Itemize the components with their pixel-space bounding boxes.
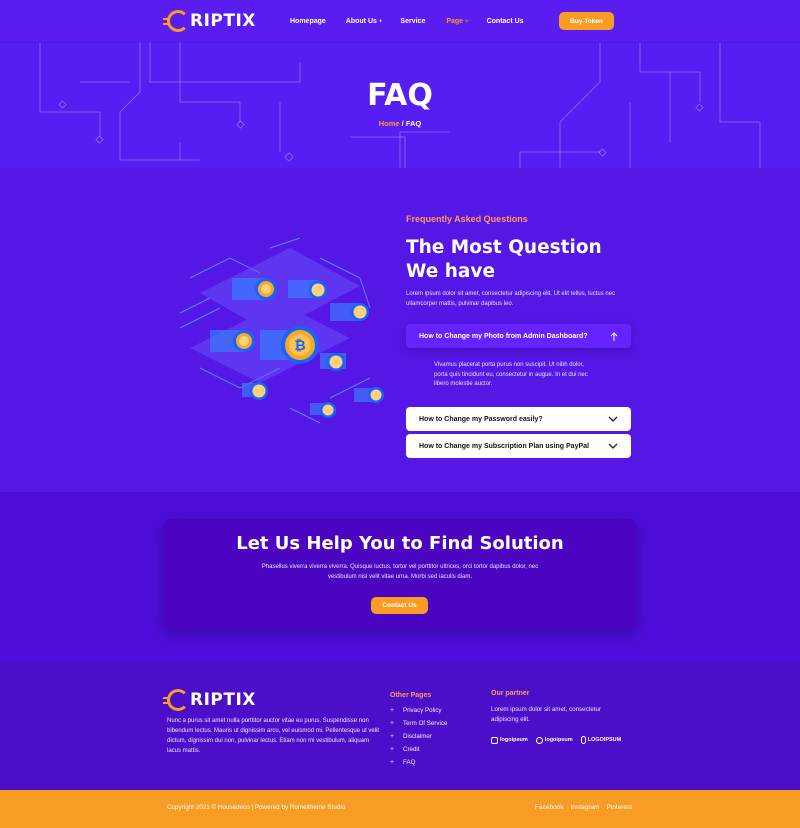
help-title: Let Us Help You to Find Solution xyxy=(236,533,564,554)
faq-title: The Most Question We have xyxy=(406,236,602,284)
faq-question: How to Change my Subscription Plan using… xyxy=(419,442,589,450)
faq-intro: Lorem ipsum dolor sit amet, consectetur … xyxy=(406,291,616,307)
brand-name: RIPTIX xyxy=(190,11,256,31)
faq-section xyxy=(0,168,800,492)
footer-link-faq[interactable]: + FAQ xyxy=(390,756,447,769)
faq-question: How to Change my Photo from Admin Dashbo… xyxy=(419,332,588,340)
social-links: Facebook Instagram Pinterest xyxy=(535,804,632,811)
nav-item-page[interactable]: Page + xyxy=(446,18,468,25)
copyright: Copyright 2021 © Housedeco | Powered by … xyxy=(167,804,346,811)
logoipsum-icon xyxy=(580,736,586,744)
plus-icon: + xyxy=(390,733,395,740)
page-title: FAQ xyxy=(367,78,433,113)
plus-icon: + xyxy=(390,759,395,766)
faq-answer: Vivamus placerat porta purus non suscipi… xyxy=(434,362,588,387)
nav-item-contact-us[interactable]: Contact Us xyxy=(487,18,524,25)
social-link-pinterest[interactable]: Pinterest xyxy=(606,804,632,811)
coin-c-icon xyxy=(163,10,189,32)
plus-icon: + xyxy=(465,18,469,25)
footer-link-credit[interactable]: + Credit xyxy=(390,743,447,756)
nav-item-homepage[interactable]: Homepage xyxy=(290,18,326,25)
faq-item[interactable]: How to Change my Subscription Plan using… xyxy=(406,434,631,458)
arrow-up-icon xyxy=(610,331,618,341)
top-navbar: RIPTIX Homepage About Us + Service Page + … xyxy=(0,0,800,42)
buy-token-button[interactable]: Buy Token xyxy=(559,12,614,30)
coin-c-icon xyxy=(163,689,189,711)
page-hero: FAQ Home / FAQ xyxy=(0,42,800,168)
partner-logo[interactable]: logoipsum xyxy=(535,736,573,744)
partner-logo[interactable]: logoipsum xyxy=(491,736,528,744)
footer-bottom-bar xyxy=(0,790,800,828)
logoipsum-icon xyxy=(535,736,543,744)
main-menu: Homepage About Us + Service Page + Contact… xyxy=(290,0,524,42)
plus-icon: + xyxy=(390,707,395,714)
other-pages-list: + Privacy Policy + Term Of Service + Discla… xyxy=(390,704,447,769)
contact-us-button[interactable]: Contact Us xyxy=(371,597,428,614)
help-card: Let Us Help You to Find Solution Phasell… xyxy=(163,519,637,628)
crypto-coins-illustration: ₿ xyxy=(179,238,384,424)
other-pages-heading: Other Pages xyxy=(390,692,432,699)
brand-logo[interactable]: RIPTIX xyxy=(163,9,256,33)
plus-icon: + xyxy=(390,746,395,753)
plus-icon: + xyxy=(390,720,395,727)
brand-name: RIPTIX xyxy=(190,690,256,710)
logoipsum-icon xyxy=(491,736,498,744)
social-link-facebook[interactable]: Facebook xyxy=(535,804,564,811)
footer-link-disclaimer[interactable]: + Disclaimer xyxy=(390,730,447,743)
faq-item[interactable]: How to Change my Password easily? xyxy=(406,407,631,431)
social-link-instagram[interactable]: Instagram xyxy=(571,804,600,811)
svg-text:₿: ₿ xyxy=(294,338,305,354)
partner-logo[interactable]: LOGOIPSUM xyxy=(580,736,621,744)
faq-item-open[interactable]: How to Change my Photo from Admin Dashbo… xyxy=(406,324,631,348)
nav-item-about-us[interactable]: About Us + xyxy=(346,18,383,25)
partner-text: Lorem ipsum dolor sit amet, consectetur … xyxy=(491,706,602,723)
faq-title-line-2: We have xyxy=(406,261,495,282)
help-text: Phasellus viverra viverra viverra. Quisq… xyxy=(261,564,539,580)
plus-icon: + xyxy=(378,18,383,25)
faq-title-line-1: The Most Question xyxy=(406,237,602,258)
breadcrumb-home-link[interactable]: Home xyxy=(379,119,400,128)
footer-logo[interactable]: RIPTIX xyxy=(163,688,256,712)
faq-eyebrow: Frequently Asked Questions xyxy=(406,214,528,224)
partner-logos: logoipsum logoipsum LOGOIPSUM xyxy=(491,736,621,744)
chevron-down-icon xyxy=(608,443,618,449)
breadcrumb: Home / FAQ xyxy=(0,119,800,128)
breadcrumb-current: FAQ xyxy=(405,119,422,128)
partner-heading: Our partner xyxy=(491,690,530,697)
footer-link-term-of-service[interactable]: + Term Of Service xyxy=(390,717,447,730)
faq-question: How to Change my Password easily? xyxy=(419,415,543,423)
footer-link-privacy-policy[interactable]: + Privacy Policy xyxy=(390,704,447,717)
footer-description: Nunc a purus sit amet nulla porttitor au… xyxy=(167,718,380,754)
nav-item-service[interactable]: Service xyxy=(400,18,425,25)
chevron-down-icon xyxy=(608,416,618,422)
